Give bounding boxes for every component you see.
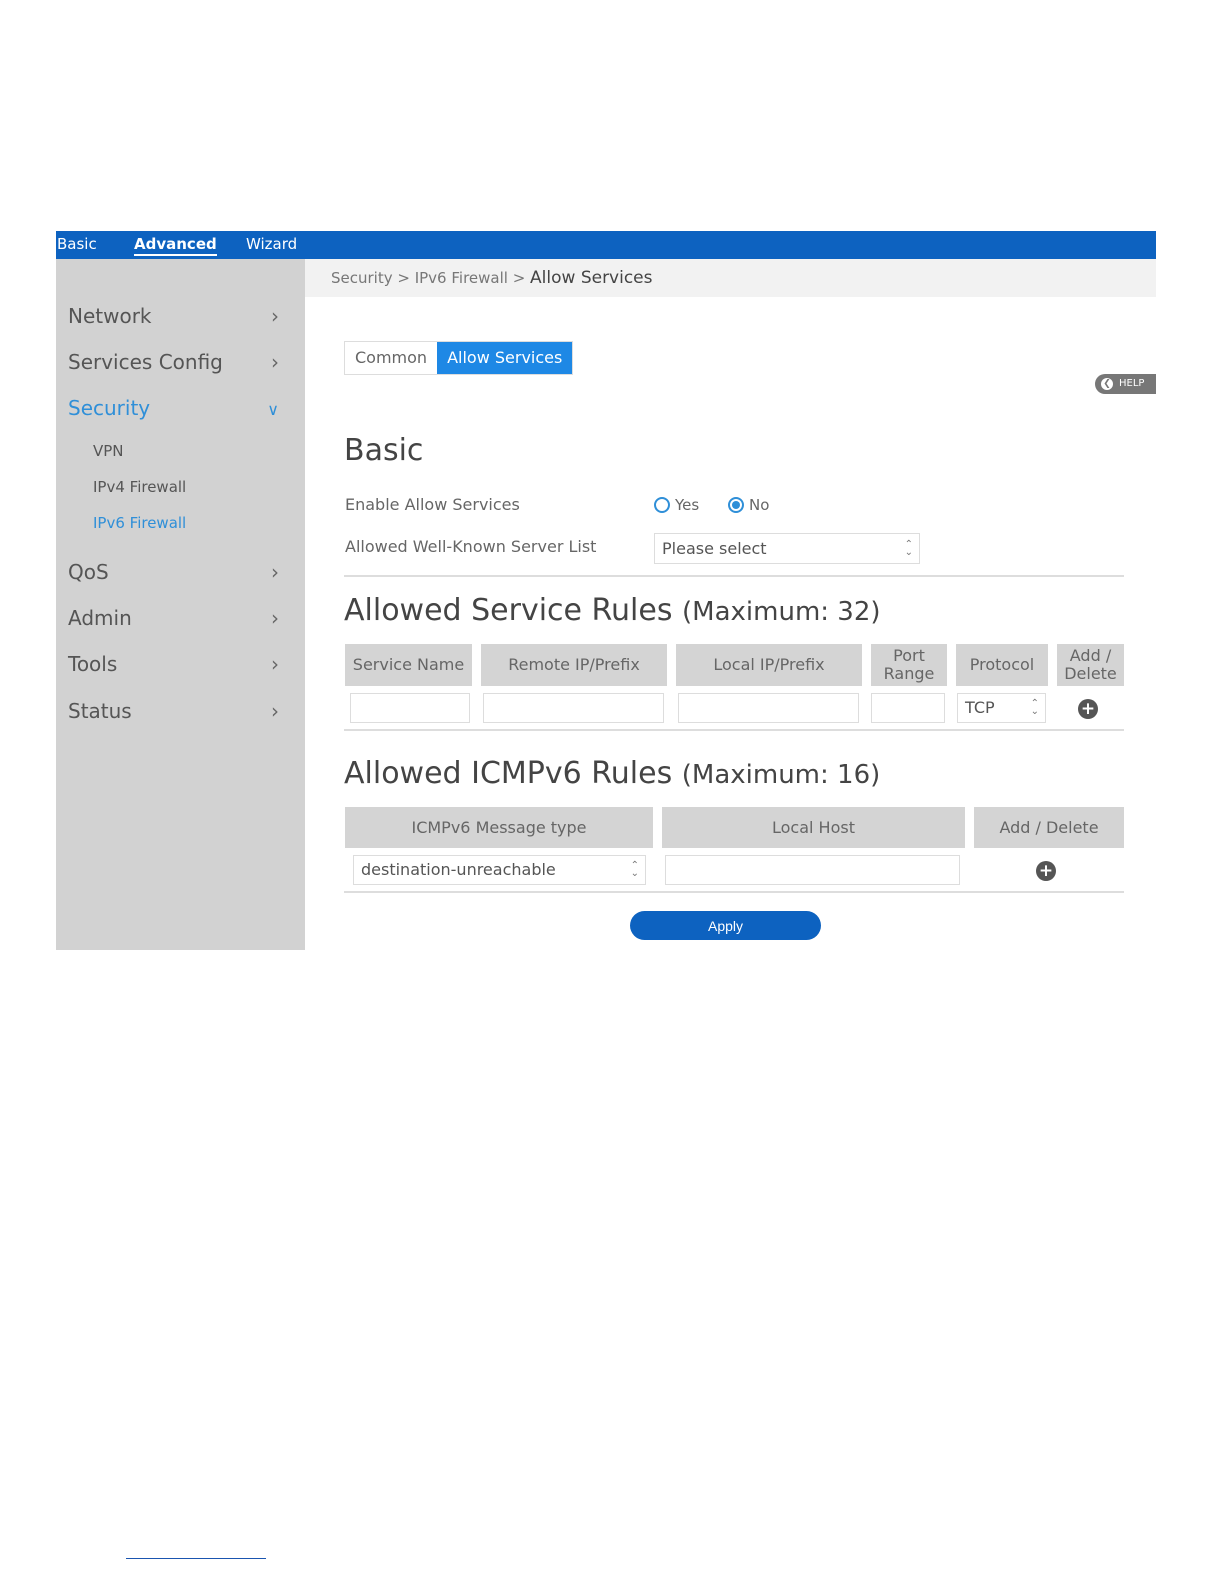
router-admin-screenshot: Basic Advanced Wizard Network › Services… (56, 231, 1156, 950)
chevron-down-icon: ∨ (267, 400, 279, 419)
tab-common[interactable]: Common (345, 342, 438, 374)
server-list-value: Please select (662, 539, 767, 558)
col-header-service-name: Service Name (345, 644, 472, 686)
local-ip-input[interactable] (678, 693, 859, 723)
remote-ip-input[interactable] (483, 693, 664, 723)
server-list-select[interactable]: Please select ⌃ ⌄ (654, 533, 920, 564)
service-rules-title: Allowed Service Rules (344, 593, 673, 628)
sidebar: Network › Services Config › Security ∨ V… (56, 259, 305, 950)
sidebar-item-network[interactable]: Network › (68, 304, 293, 328)
breadcrumb-path[interactable]: Security > IPv6 Firewall > (331, 269, 530, 287)
sidebar-item-label: Network (68, 304, 152, 328)
chevron-right-icon: › (271, 560, 279, 584)
col-header-local-host: Local Host (662, 807, 965, 848)
divider (344, 575, 1124, 577)
icmpv6-message-type-value: destination-unreachable (361, 860, 556, 879)
protocol-value: TCP (965, 698, 995, 717)
radio-no[interactable]: No (728, 496, 769, 514)
sidebar-subitem-vpn[interactable]: VPN (93, 442, 124, 460)
chevron-right-icon: › (271, 652, 279, 676)
col-header-local-ip: Local IP/Prefix (676, 644, 862, 686)
add-service-rule-icon[interactable]: + (1078, 699, 1098, 719)
radio-yes[interactable]: Yes (654, 496, 699, 514)
chevron-right-icon: › (271, 699, 279, 723)
updown-arrow-icon: ⌃ ⌄ (1030, 698, 1039, 717)
help-label: HELP (1119, 378, 1145, 389)
footer-rule (126, 1558, 266, 1559)
sidebar-item-services-config[interactable]: Services Config › (68, 350, 293, 374)
col-header-remote-ip: Remote IP/Prefix (481, 644, 667, 686)
sidebar-item-label: QoS (68, 560, 109, 584)
add-icmpv6-rule-icon[interactable]: + (1036, 861, 1056, 881)
radio-selected-icon (728, 497, 744, 513)
radio-no-label: No (749, 496, 770, 514)
col-header-add-delete: Add / Delete (1057, 644, 1124, 686)
tab-basic[interactable]: Basic (57, 235, 97, 253)
col-header-icmpv6-message-type: ICMPv6 Message type (345, 807, 653, 848)
tab-wizard[interactable]: Wizard (246, 235, 297, 253)
server-list-label: Allowed Well-Known Server List (345, 537, 597, 556)
radio-circle-icon (654, 497, 670, 513)
divider (344, 729, 1124, 731)
service-rules-max: (Maximum: 32) (682, 597, 881, 627)
sidebar-item-tools[interactable]: Tools › (68, 652, 293, 676)
sidebar-item-admin[interactable]: Admin › (68, 606, 293, 630)
updown-arrow-icon: ⌃ ⌄ (904, 538, 913, 558)
section-heading-icmpv6-rules: Allowed ICMPv6 Rules (Maximum: 16) (344, 756, 880, 791)
local-host-input[interactable] (665, 855, 960, 885)
sidebar-item-security[interactable]: Security ∨ (68, 396, 293, 420)
chevron-right-icon: › (271, 304, 279, 328)
protocol-select[interactable]: TCP ⌃ ⌄ (957, 693, 1046, 723)
apply-button[interactable]: Apply (630, 911, 821, 940)
chevron-right-icon: › (271, 350, 279, 374)
breadcrumb-bar: Security > IPv6 Firewall > Allow Service… (305, 259, 1156, 297)
tab-advanced[interactable]: Advanced (134, 235, 217, 256)
top-nav-bar: Basic Advanced Wizard (56, 231, 1156, 259)
service-name-input[interactable] (350, 693, 470, 723)
back-arrow-icon: ❮ (1101, 378, 1113, 390)
section-heading-basic: Basic (344, 433, 424, 468)
tab-allow-services[interactable]: Allow Services (437, 342, 573, 374)
help-button[interactable]: ❮ HELP (1095, 374, 1156, 394)
content-tabs: Common Allow Services (344, 341, 574, 375)
sidebar-item-label: Services Config (68, 350, 223, 374)
sidebar-item-status[interactable]: Status › (68, 699, 293, 723)
breadcrumb-current: Allow Services (530, 268, 653, 288)
updown-arrow-icon: ⌃ ⌄ (630, 860, 639, 879)
sidebar-item-label: Status (68, 699, 132, 723)
col-header-protocol: Protocol (956, 644, 1048, 686)
chevron-right-icon: › (271, 606, 279, 630)
icmpv6-message-type-select[interactable]: destination-unreachable ⌃ ⌄ (353, 855, 646, 885)
sidebar-item-label: Admin (68, 606, 132, 630)
col-header-add-delete: Add / Delete (974, 807, 1124, 848)
sidebar-item-qos[interactable]: QoS › (68, 560, 293, 584)
breadcrumb: Security > IPv6 Firewall > Allow Service… (331, 268, 653, 288)
col-header-port-range: Port Range (871, 644, 947, 686)
sidebar-item-label: Tools (68, 652, 118, 676)
divider (344, 891, 1124, 893)
sidebar-item-label: Security (68, 396, 151, 420)
section-heading-service-rules: Allowed Service Rules (Maximum: 32) (344, 593, 881, 628)
icmpv6-rules-title: Allowed ICMPv6 Rules (344, 756, 673, 791)
enable-allow-services-label: Enable Allow Services (345, 495, 520, 514)
sidebar-subitem-ipv4-firewall[interactable]: IPv4 Firewall (93, 478, 186, 496)
sidebar-subitem-ipv6-firewall[interactable]: IPv6 Firewall (93, 514, 186, 532)
port-range-input[interactable] (871, 693, 945, 723)
radio-yes-label: Yes (675, 496, 700, 514)
icmpv6-rules-max: (Maximum: 16) (681, 760, 881, 790)
